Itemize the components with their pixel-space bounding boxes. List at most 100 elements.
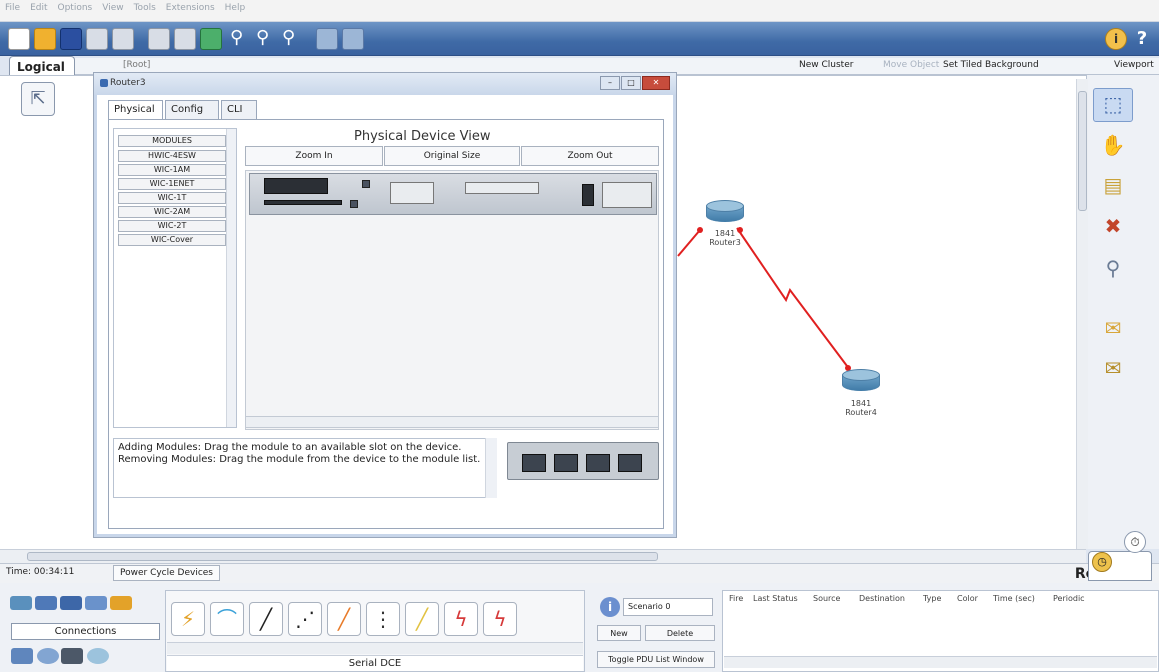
routers-category-icon[interactable]	[10, 596, 32, 610]
serial-dce-cable-icon[interactable]: ϟ	[444, 602, 478, 636]
scenario-info-icon[interactable]: i	[600, 597, 620, 617]
pdu-col-color[interactable]: Color	[957, 594, 978, 603]
copper-straight-through-icon[interactable]: ╱	[249, 602, 283, 636]
minimize-button[interactable]: –	[600, 76, 620, 90]
module-item[interactable]: WIC-2AM	[118, 206, 226, 218]
workspace-horizontal-scrollbar[interactable]	[0, 549, 1086, 563]
cable-scrollbar[interactable]	[167, 642, 583, 654]
router-chassis[interactable]	[249, 173, 657, 215]
device-type-selector	[10, 596, 160, 616]
pdu-list-table: Fire Last Status Source Destination Type…	[722, 590, 1159, 672]
router4-label: 1841 Router4	[836, 399, 886, 417]
pdu-col-periodic[interactable]: Periodic	[1053, 594, 1085, 603]
port-icon	[350, 200, 358, 208]
copper-cross-over-icon[interactable]: ⋰	[288, 602, 322, 636]
hwic-slot-1[interactable]	[264, 200, 342, 205]
close-button[interactable]: ✕	[642, 76, 670, 90]
pdu-list-scrollbar[interactable]	[724, 656, 1157, 668]
module-item[interactable]: WIC-1ENET	[118, 178, 226, 190]
router4-icon[interactable]	[842, 369, 880, 397]
workspace-vertical-scrollbar[interactable]	[1076, 79, 1088, 549]
modules-scrollbar[interactable]	[226, 129, 236, 427]
move-layout-hand-icon[interactable]: ✋	[1098, 130, 1128, 160]
instructions-scrollbar[interactable]	[485, 438, 497, 498]
module-instructions: Adding Modules: Drag the module to an av…	[113, 438, 497, 498]
port-icon	[362, 180, 370, 188]
fiber-cable-icon[interactable]: ╱	[327, 602, 361, 636]
ethernet-ports-module[interactable]	[390, 182, 434, 204]
router3-icon[interactable]	[706, 200, 744, 228]
pdu-col-destination[interactable]: Destination	[859, 594, 905, 603]
module-preview-image	[507, 442, 659, 480]
pdu-col-source[interactable]: Source	[813, 594, 840, 603]
maximize-button[interactable]: □	[621, 76, 641, 90]
phone-cable-icon[interactable]: ⋮	[366, 602, 400, 636]
dialog-title-bar[interactable]: Router3 – □ ✕	[94, 73, 676, 95]
simulation-mode-icon[interactable]: ⏱	[1124, 531, 1146, 553]
pdu-col-last-status[interactable]: Last Status	[753, 594, 798, 603]
tab-physical[interactable]: Physical	[108, 100, 163, 120]
delete-scenario-button[interactable]: Delete	[645, 625, 715, 641]
original-size-button[interactable]: Original Size	[384, 146, 520, 166]
zoom-out-button[interactable]: Zoom Out	[521, 146, 659, 166]
module-item[interactable]: WIC-Cover	[118, 234, 226, 246]
module-item[interactable]: HWIC-4ESW	[118, 150, 226, 162]
physical-tab-content: MODULES HWIC-4ESW WIC-1AM WIC-1ENET WIC-…	[108, 119, 664, 529]
add-complex-pdu-icon[interactable]: ✉	[1098, 353, 1128, 383]
new-scenario-button[interactable]: New	[597, 625, 641, 641]
pdu-col-fire[interactable]: Fire	[729, 594, 743, 603]
inspect-icon[interactable]: ⚲	[1098, 253, 1128, 283]
category-label: Connections	[11, 623, 160, 640]
module-item[interactable]: WIC-1AM	[118, 164, 226, 176]
modules-list: MODULES HWIC-4ESW WIC-1AM WIC-1ENET WIC-…	[113, 128, 237, 428]
wan-emulation-category-icon[interactable]	[37, 648, 59, 664]
physical-device-view	[245, 170, 659, 430]
serial-link-router3-router4[interactable]	[736, 227, 851, 371]
zoom-in-button[interactable]: Zoom In	[245, 146, 383, 166]
rj45-port-icon	[586, 454, 610, 472]
selected-cable-label: Serial DCE	[167, 655, 583, 671]
scenario-dropdown[interactable]: Scenario 0	[623, 598, 713, 616]
router3-model: 1841	[714, 229, 736, 238]
connections-category-icon[interactable]	[110, 596, 132, 610]
power-module[interactable]	[602, 182, 652, 208]
coaxial-cable-icon[interactable]: ╱	[405, 602, 439, 636]
hwic-slot-0[interactable]	[264, 178, 328, 194]
select-tool-icon[interactable]: ⬚	[1093, 88, 1133, 122]
pdu-col-time[interactable]: Time (sec)	[993, 594, 1035, 603]
rj45-port-icon	[522, 454, 546, 472]
power-cycle-devices-button[interactable]: Power Cycle Devices	[113, 565, 220, 581]
add-simple-pdu-icon[interactable]: ✉	[1098, 313, 1128, 343]
cable-selection-panel: ⚡ ⌒ ╱ ⋰ ╱ ⋮ ╱ ϟ ϟ Serial DCE	[165, 590, 585, 672]
console-cable-icon[interactable]: ⌒	[210, 602, 244, 636]
router3-config-dialog: Router3 – □ ✕ Physical Config CLI MODULES …	[93, 72, 677, 538]
module-item[interactable]: WIC-1T	[118, 192, 226, 204]
realtime-clock-icon[interactable]: ◷	[1092, 552, 1112, 572]
serial-module[interactable]	[465, 182, 539, 194]
toggle-pdu-list-button[interactable]: Toggle PDU List Window	[597, 651, 715, 668]
link-router3-left[interactable]	[677, 229, 701, 257]
tab-config[interactable]: Config	[165, 100, 219, 119]
router3-name: Router3	[709, 238, 741, 247]
rj45-port-icon	[554, 454, 578, 472]
simulation-time: Time: 00:34:11	[6, 567, 75, 577]
power-switch[interactable]	[582, 184, 594, 206]
router4-model: 1841	[850, 399, 872, 408]
pdu-col-type[interactable]: Type	[923, 594, 941, 603]
custom-made-devices-icon[interactable]	[61, 648, 83, 664]
switches-category-icon[interactable]	[35, 596, 57, 610]
end-devices-category-icon[interactable]	[11, 648, 33, 664]
tab-cli[interactable]: CLI	[221, 100, 257, 119]
device-view-scrollbar[interactable]	[245, 416, 659, 428]
automatic-cable-icon[interactable]: ⚡	[171, 602, 205, 636]
hubs-category-icon[interactable]	[60, 596, 82, 610]
module-item[interactable]: WIC-2T	[118, 220, 226, 232]
packet-tracer-window: File Edit Options View Tools Extensions Help ⚲…	[0, 0, 1159, 672]
multiuser-connection-icon[interactable]	[87, 648, 109, 664]
router-app-icon	[100, 79, 108, 87]
delete-icon[interactable]: ✖	[1098, 211, 1128, 241]
wireless-category-icon[interactable]	[85, 596, 107, 610]
window-controls: – □ ✕	[599, 76, 670, 90]
serial-dte-cable-icon[interactable]: ϟ	[483, 602, 517, 636]
place-note-icon[interactable]: ▤	[1098, 170, 1128, 200]
